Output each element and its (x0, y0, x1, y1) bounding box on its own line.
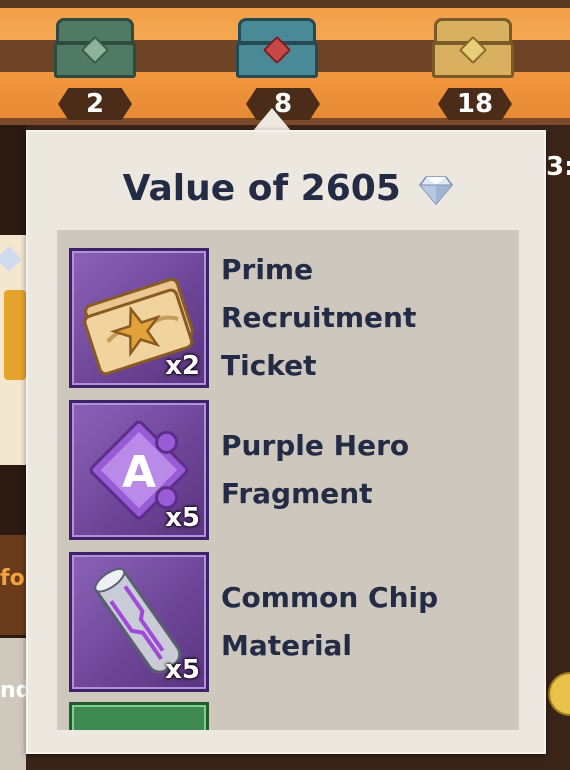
reward-icon-frame (69, 702, 209, 730)
reward-quantity: x5 (165, 503, 200, 533)
background-text: fo (0, 566, 25, 591)
teal-chest[interactable] (232, 18, 322, 80)
reward-quantity: x5 (165, 655, 200, 685)
tooltip-title: Value of 2605 (28, 168, 548, 209)
reward-name: Purple Hero Fragment (221, 429, 410, 510)
reward-name: Common Chip Material (221, 581, 439, 662)
background-character (4, 290, 26, 380)
green-chest[interactable] (50, 18, 140, 80)
reward-icon-frame: A x5 (69, 400, 209, 540)
tooltip-title-text: Value of 2605 (122, 168, 401, 209)
chest-count-badge: 2 (58, 88, 132, 120)
list-item[interactable]: x2 Prime Recruitment Ticket (69, 248, 509, 388)
reward-quantity: x2 (165, 351, 200, 381)
reward-list[interactable]: x2 Prime Recruitment Ticket A x5 Purple … (57, 230, 519, 730)
svg-text:A: A (122, 447, 156, 498)
timer-text: 3:0 (546, 152, 570, 182)
list-item[interactable]: x5 Common Chip Material (69, 552, 509, 692)
chest-value-tooltip: Value of 2605 x2 Prime Recruitment Ticke… (26, 130, 546, 754)
reward-icon-frame: x5 (69, 552, 209, 692)
background-panel (0, 638, 26, 770)
gold-chest[interactable] (428, 18, 518, 80)
diamond-icon (419, 176, 454, 205)
chest-count-badge: 8 (246, 88, 320, 120)
list-item[interactable]: A x5 Purple Hero Fragment (69, 400, 509, 540)
reward-name: Prime Recruitment Ticket (221, 253, 417, 382)
reward-icon-frame: x2 (69, 248, 209, 388)
chest-count-badge: 18 (438, 88, 512, 120)
